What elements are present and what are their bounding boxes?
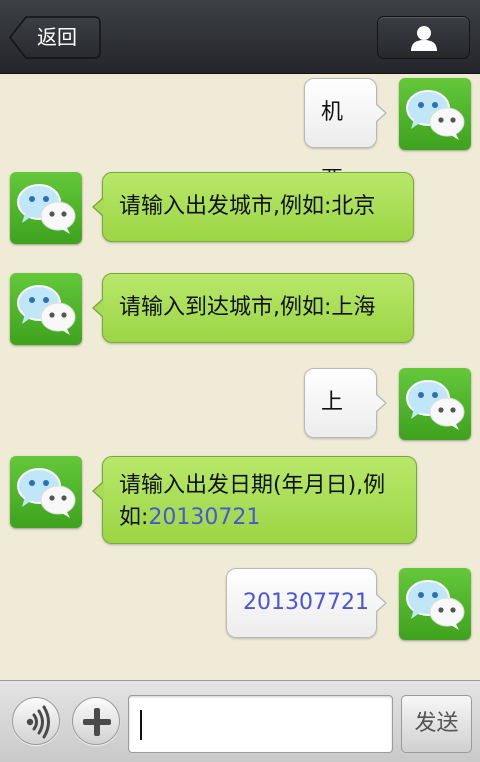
message-row: 上海	[0, 368, 480, 483]
wechat-logo-icon	[17, 184, 76, 234]
message-list[interactable]: 机票请输入出发城市,例如:北京请输入到达城市,例如:上海上海请输入出发日期(年月…	[0, 74, 480, 680]
title-bar: 返回	[0, 0, 480, 74]
user-avatar[interactable]	[399, 78, 471, 150]
plus-icon	[83, 708, 111, 736]
message-bubble[interactable]: 201307721	[226, 568, 387, 638]
wechat-logo-icon	[406, 380, 465, 430]
message-row: 请输入出发日期(年月日),例 如:20130721	[0, 456, 480, 548]
bot-avatar[interactable]	[10, 456, 82, 528]
message-row: 请输入出发城市,例如:北京	[0, 172, 480, 246]
number-link[interactable]: 201307721	[243, 590, 369, 615]
bot-avatar[interactable]	[10, 273, 82, 345]
message-input[interactable]	[128, 695, 393, 753]
message-row: 机票	[0, 78, 480, 193]
wechat-logo-icon	[17, 468, 76, 518]
message-bubble[interactable]: 机票	[304, 78, 387, 193]
message-text: 请输入到达城市,例如:上海	[119, 295, 376, 320]
message-bubble[interactable]: 请输入出发日期(年月日),例 如:20130721	[92, 456, 417, 544]
message-line: 请输入出发日期(年月日),例	[119, 470, 400, 502]
wechat-logo-icon	[406, 90, 465, 140]
voice-button[interactable]	[12, 697, 60, 745]
number-link[interactable]: 20130721	[148, 505, 260, 530]
message-row: 请输入到达城市,例如:上海	[0, 273, 480, 347]
bot-avatar[interactable]	[10, 172, 82, 244]
wechat-logo-icon	[406, 580, 465, 630]
add-button[interactable]	[72, 697, 120, 745]
user-avatar[interactable]	[399, 568, 471, 640]
message-line: 请输入到达城市,例如:上海	[119, 274, 397, 342]
message-line: 201307721	[243, 569, 369, 637]
message-line: 请输入出发城市,例如:北京	[119, 173, 397, 241]
message-line: 如:20130721	[119, 502, 400, 534]
contact-info-button[interactable]	[377, 16, 470, 59]
person-icon	[411, 26, 437, 51]
send-button[interactable]: 发送	[401, 695, 472, 753]
voice-icon	[26, 705, 50, 739]
message-text: 如:	[119, 505, 149, 530]
back-button[interactable]: 返回	[9, 16, 101, 59]
wechat-logo-icon	[17, 285, 76, 335]
message-text: 请输入出发城市,例如:北京	[119, 194, 376, 219]
user-avatar[interactable]	[399, 368, 471, 440]
message-text: 请输入出发日期(年月日),例	[119, 473, 386, 498]
message-row: 201307721	[0, 568, 480, 642]
input-toolbar: 发送	[0, 680, 480, 762]
back-label: 返回	[37, 25, 77, 49]
text-cursor	[140, 710, 142, 740]
message-bubble[interactable]: 请输入到达城市,例如:上海	[92, 273, 414, 343]
message-bubble[interactable]: 上海	[304, 368, 387, 483]
message-bubble[interactable]: 请输入出发城市,例如:北京	[92, 172, 414, 242]
